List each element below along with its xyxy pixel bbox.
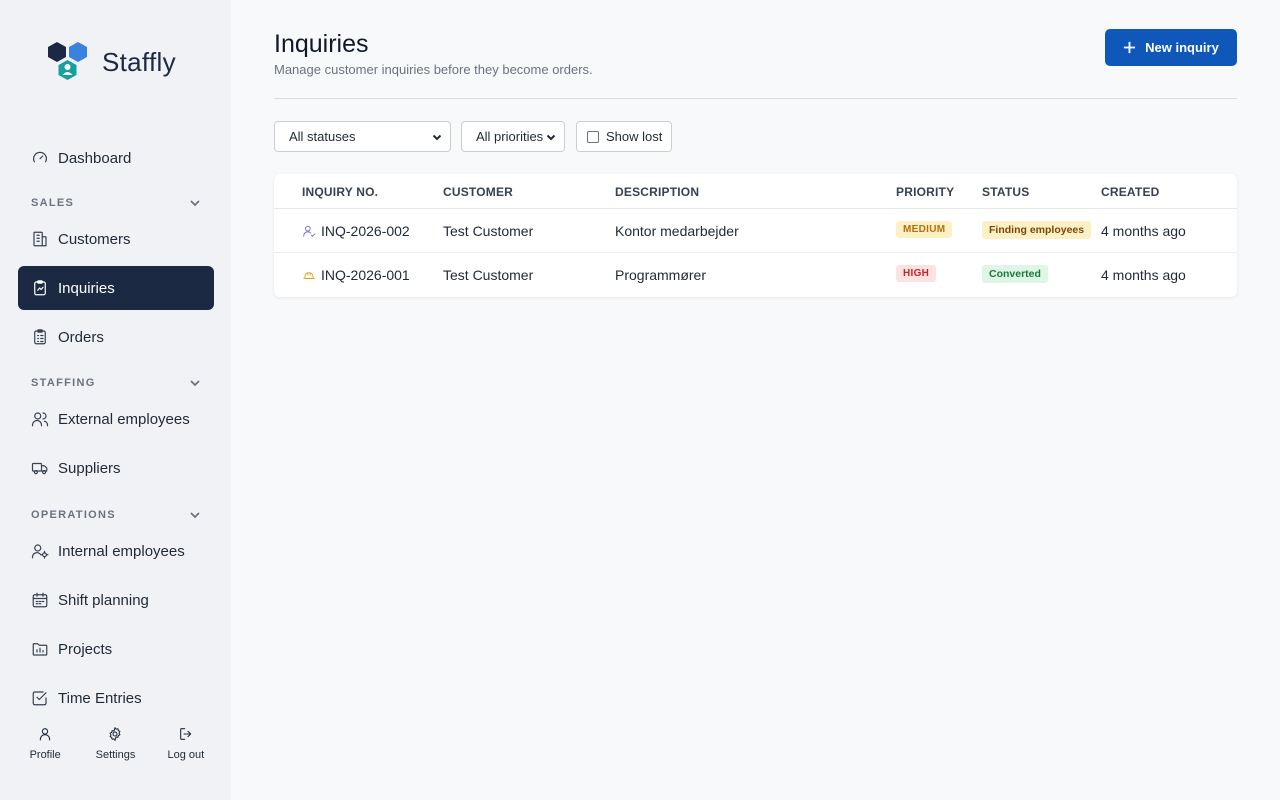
folder-chart-icon: [31, 640, 49, 658]
sidebar-item-label: Internal employees: [58, 542, 185, 560]
clipboard-list-icon: [31, 328, 49, 346]
settings-button[interactable]: Settings: [85, 726, 145, 761]
section-label: OPERATIONS: [31, 509, 116, 521]
building-icon: [31, 230, 49, 248]
sidebar-item-dashboard[interactable]: Dashboard: [18, 136, 214, 180]
show-lost-toggle[interactable]: Show lost: [576, 121, 672, 152]
table-header: INQUIRY NO. CUSTOMER DESCRIPTION PRIORIT…: [274, 174, 1237, 209]
plus-icon: [1124, 41, 1136, 54]
user-cog-icon: [31, 542, 49, 560]
section-staffing[interactable]: STAFFING: [31, 377, 201, 389]
sidebar-item-external-employees[interactable]: External employees: [18, 397, 214, 441]
sidebar: Staffly Dashboard SALES Customers Inquir…: [0, 0, 231, 800]
created-date: 4 months ago: [1101, 267, 1186, 283]
sidebar-item-shift-planning[interactable]: Shift planning: [18, 578, 214, 622]
chevron-down-icon: [190, 380, 200, 387]
sidebar-item-internal-employees[interactable]: Internal employees: [18, 529, 214, 573]
priority-badge: HIGH: [896, 265, 937, 282]
column-header[interactable]: PRIORITY: [896, 185, 954, 199]
sidebar-item-suppliers[interactable]: Suppliers: [18, 446, 214, 490]
table-row[interactable]: INQ-2026-001 Test Customer Programmører …: [274, 253, 1237, 297]
divider: [274, 98, 1237, 99]
logo[interactable]: Staffly: [46, 40, 176, 84]
inquiry-number[interactable]: INQ-2026-001: [321, 267, 410, 283]
profile-label: Profile: [29, 749, 61, 761]
staffly-logo-icon: [48, 42, 87, 80]
new-inquiry-label: New inquiry: [1145, 40, 1219, 55]
inquiry-description: Kontor medarbejder: [615, 223, 739, 239]
sidebar-item-label: Dashboard: [58, 149, 132, 167]
gear-icon: [110, 727, 121, 741]
user-icon: [302, 224, 316, 238]
section-sales[interactable]: SALES: [31, 197, 201, 209]
sidebar-item-label: Shift planning: [58, 591, 149, 609]
chevron-down-icon: [546, 134, 556, 140]
sidebar-item-label: Customers: [58, 230, 131, 248]
column-header[interactable]: INQUIRY NO.: [302, 185, 378, 199]
brand-name: Staffly: [102, 46, 176, 77]
logout-label: Log out: [167, 749, 205, 761]
customer-name: Test Customer: [443, 267, 534, 283]
sidebar-item-projects[interactable]: Projects: [18, 627, 214, 671]
check-square-icon: [31, 689, 49, 707]
user-icon: [39, 728, 51, 741]
hardhat-icon: [302, 268, 316, 282]
status-badge: Finding employees: [982, 221, 1092, 239]
inquiry-description: Programmører: [615, 267, 707, 283]
chevron-down-icon: [190, 512, 200, 519]
page-subtitle: Manage customer inquiries before they be…: [274, 62, 593, 77]
status-badge: Converted: [982, 265, 1048, 283]
status-filter-value: All statuses: [289, 129, 356, 144]
truck-icon: [31, 459, 49, 477]
priority-filter-value: All priorities: [476, 129, 544, 144]
sidebar-item-inquiries[interactable]: Inquiries: [18, 266, 214, 310]
priority-filter-select[interactable]: All priorities: [461, 121, 565, 152]
users-icon: [31, 410, 49, 428]
show-lost-checkbox[interactable]: [587, 130, 599, 143]
chevron-down-icon: [190, 200, 200, 207]
status-filter-select[interactable]: All statuses: [274, 121, 451, 152]
sidebar-item-label: External employees: [58, 410, 190, 428]
table-row[interactable]: INQ-2026-002 Test Customer Kontor medarb…: [274, 209, 1237, 253]
sidebar-item-label: Time Entries: [58, 689, 142, 707]
show-lost-label: Show lost: [606, 129, 663, 144]
gauge-icon: [31, 149, 49, 167]
section-operations[interactable]: OPERATIONS: [31, 509, 201, 521]
sidebar-footer: Profile Settings Log out: [0, 726, 231, 761]
sidebar-item-label: Projects: [58, 640, 113, 658]
sidebar-item-label: Inquiries: [58, 279, 115, 297]
section-label: STAFFING: [31, 377, 96, 389]
calendar-icon: [31, 591, 49, 609]
logout-button[interactable]: Log out: [156, 726, 216, 761]
logout-icon: [179, 728, 192, 740]
sidebar-item-label: Orders: [58, 328, 104, 346]
clipboard-icon: [31, 279, 49, 297]
sidebar-item-orders[interactable]: Orders: [18, 315, 214, 359]
column-header[interactable]: CUSTOMER: [443, 185, 513, 199]
created-date: 4 months ago: [1101, 223, 1186, 239]
page-title: Inquiries: [274, 30, 369, 58]
priority-badge: MEDIUM: [896, 221, 953, 238]
customer-name: Test Customer: [443, 223, 534, 239]
column-header[interactable]: DESCRIPTION: [615, 185, 699, 199]
chevron-down-icon: [432, 134, 442, 140]
sidebar-item-label: Suppliers: [58, 459, 121, 477]
column-header[interactable]: STATUS: [982, 185, 1029, 199]
sidebar-item-customers[interactable]: Customers: [18, 217, 214, 261]
section-label: SALES: [31, 197, 75, 209]
settings-label: Settings: [95, 749, 136, 761]
profile-button[interactable]: Profile: [15, 726, 75, 761]
inquiries-table: INQUIRY NO. CUSTOMER DESCRIPTION PRIORIT…: [274, 174, 1237, 297]
column-header[interactable]: CREATED: [1101, 185, 1160, 199]
sidebar-item-time-entries[interactable]: Time Entries: [18, 676, 214, 720]
inquiry-number[interactable]: INQ-2026-002: [321, 223, 410, 239]
new-inquiry-button[interactable]: New inquiry: [1105, 29, 1237, 66]
